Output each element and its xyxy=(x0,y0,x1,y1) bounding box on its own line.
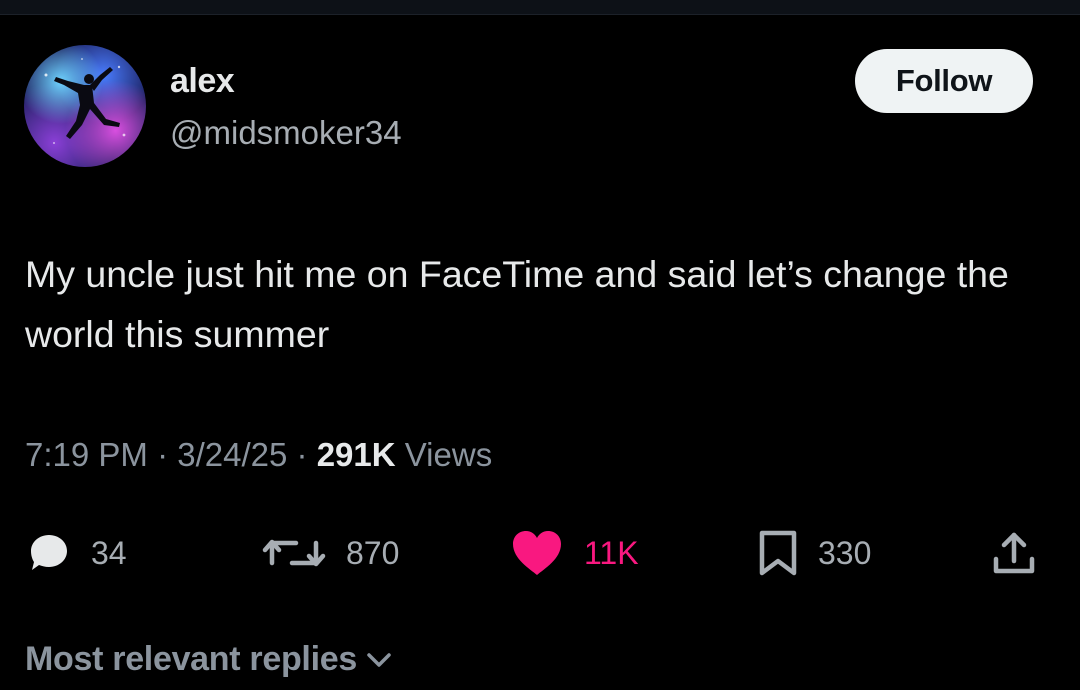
replies-sort-dropdown[interactable]: Most relevant replies xyxy=(25,640,393,679)
meta-separator: · xyxy=(157,436,169,473)
reply-count: 34 xyxy=(91,534,127,571)
follow-button[interactable]: Follow xyxy=(855,49,1033,113)
repost-button[interactable]: 870 xyxy=(262,525,399,581)
reply-bubble-icon xyxy=(31,535,67,570)
action-bar: 34 870 11K 330 xyxy=(0,525,1080,581)
share-button[interactable] xyxy=(990,525,1038,581)
tweet-meta: 7:19 PM · 3/24/25 · 291K Views xyxy=(25,436,492,474)
display-name[interactable]: alex xyxy=(170,62,235,101)
top-bar xyxy=(0,0,1080,15)
repost-count: 870 xyxy=(346,534,400,571)
tweet-text: My uncle just hit me on FaceTime and sai… xyxy=(25,253,1009,355)
repost-icon xyxy=(262,539,326,567)
like-button[interactable]: 11K xyxy=(510,525,639,581)
bookmark-icon xyxy=(759,530,797,576)
bookmark-count: 330 xyxy=(818,534,872,571)
reply-button[interactable]: 34 xyxy=(27,525,127,581)
replies-sort-label: Most relevant replies xyxy=(25,640,357,678)
jumpman-logo-icon xyxy=(44,58,126,144)
views-label[interactable]: Views xyxy=(405,436,492,473)
like-count: 11K xyxy=(584,534,639,571)
avatar[interactable] xyxy=(24,45,146,167)
heart-icon xyxy=(513,531,561,575)
share-icon xyxy=(993,532,1035,574)
user-handle[interactable]: @midsmoker34 xyxy=(170,114,402,152)
tweet-time[interactable]: 7:19 PM xyxy=(25,436,148,473)
tweet-date[interactable]: 3/24/25 xyxy=(177,436,287,473)
chevron-down-icon xyxy=(367,652,391,667)
bookmark-button[interactable]: 330 xyxy=(758,525,871,581)
meta-separator: · xyxy=(296,436,308,473)
views-count[interactable]: 291K xyxy=(317,436,396,473)
